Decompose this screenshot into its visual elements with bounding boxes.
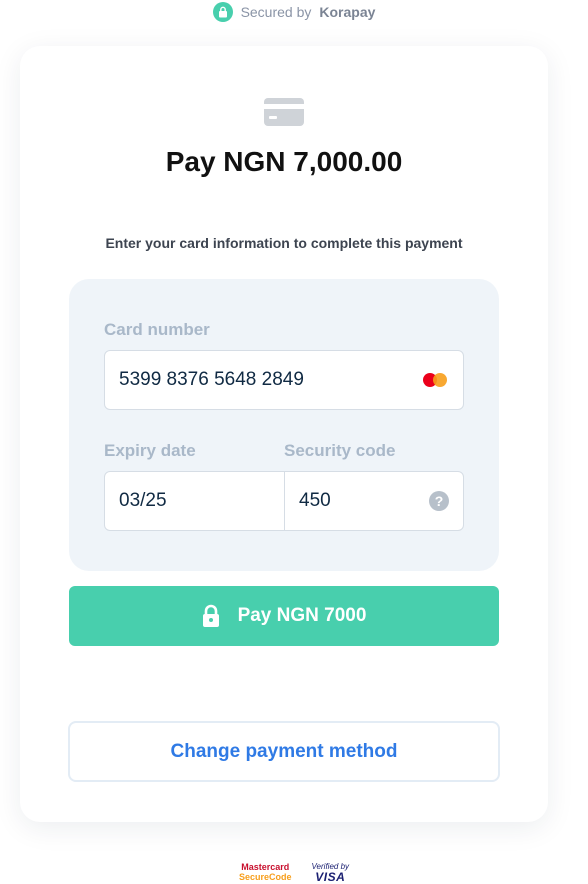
mastercard-securecode-logo: Mastercard SecureCode (238, 862, 292, 882)
pay-button[interactable]: Pay NGN 7000 (69, 586, 499, 646)
credit-card-icon (264, 98, 304, 126)
verified-by-visa-logo: Verified by VISA (311, 862, 350, 884)
pay-button-label: Pay NGN 7000 (237, 605, 367, 626)
expiry-date-value: 03/25 (119, 490, 167, 511)
expiry-date-label: Expiry date (104, 441, 196, 460)
mastercard-icon (423, 373, 447, 387)
lock-icon (212, 2, 233, 22)
card-form: Card number 5399 8376 5648 2849 Expiry d… (69, 279, 499, 571)
change-payment-method-button[interactable]: Change payment method (68, 721, 500, 782)
expiry-date-field[interactable]: 03/25 (104, 471, 285, 531)
security-badges: Mastercard SecureCode Verified by VISA (0, 860, 588, 884)
payment-card: Pay NGN 7,000.00 Enter your card informa… (20, 46, 548, 822)
card-number-label: Card number (104, 320, 210, 339)
secured-by-text: Secured by (240, 4, 312, 20)
secured-by-banner: Secured by Korapay (0, 0, 588, 24)
page-title: Pay NGN 7,000.00 (165, 146, 403, 177)
card-number-field[interactable]: 5399 8376 5648 2849 (104, 350, 464, 410)
card-number-value: 5399 8376 5648 2849 (119, 369, 304, 390)
payment-instructions: Enter your card information to complete … (105, 235, 463, 251)
security-code-label: Security code (284, 441, 396, 460)
help-icon[interactable]: ? (429, 491, 449, 511)
change-payment-method-label: Change payment method (170, 740, 398, 762)
brand-name: Korapay (319, 4, 376, 20)
lock-icon (202, 604, 219, 627)
security-code-field[interactable]: 450 ? (284, 471, 464, 531)
security-code-value: 450 (299, 490, 331, 511)
